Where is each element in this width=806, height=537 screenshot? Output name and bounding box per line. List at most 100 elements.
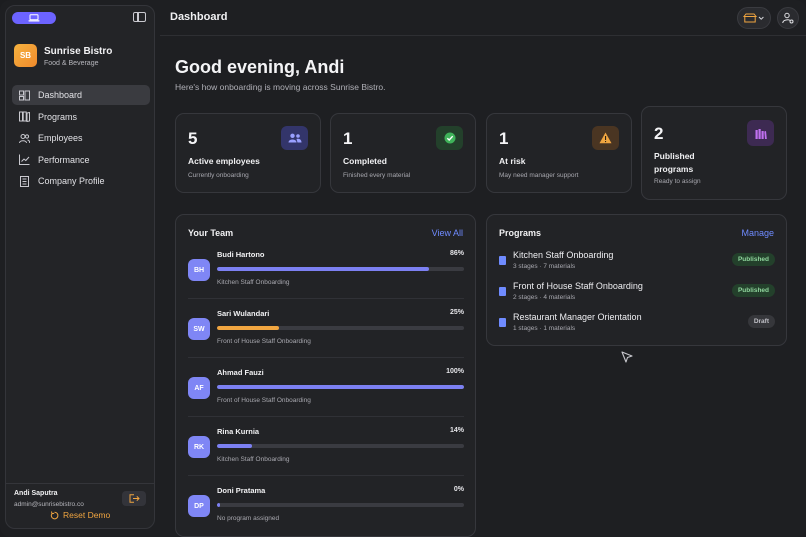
programs-icon: [19, 111, 30, 122]
stat-label: At risk: [499, 156, 526, 166]
programs-panel: Programs Manage Kitchen Staff Onboarding…: [486, 214, 787, 346]
workspace-switch-button[interactable]: [12, 12, 56, 24]
program-row[interactable]: Restaurant Manager Orientation 1 stages …: [499, 312, 775, 342]
stat-value: 2: [654, 124, 664, 143]
sidebar: SB Sunrise Bistro Food & Beverage Dashbo…: [5, 5, 155, 529]
progress-bar-fill: [217, 444, 252, 448]
app-window: SB Sunrise Bistro Food & Beverage Dashbo…: [0, 0, 806, 537]
stat-description: Ready to assign: [654, 178, 701, 185]
company-profile-icon: [19, 175, 30, 187]
store-switcher-button[interactable]: [737, 7, 771, 29]
store-icon: [743, 13, 764, 23]
stat-card-published-programs[interactable]: 2 Published programs Ready to assign: [641, 106, 787, 200]
logout-icon: [129, 494, 140, 503]
stat-label: Completed: [343, 156, 387, 166]
document-icon: [499, 256, 506, 265]
reset-demo-button[interactable]: Reset Demo: [50, 510, 110, 520]
member-program: Kitchen Staff Onboarding: [217, 279, 290, 286]
stat-card-active-employees[interactable]: 5 Active employees Currently onboarding: [175, 113, 321, 193]
status-badge: Published: [731, 284, 775, 297]
stat-card-at-risk[interactable]: 1 At risk May need manager support: [486, 113, 632, 193]
sidebar-item-performance[interactable]: Performance: [12, 150, 150, 170]
team-member-row[interactable]: SW Sari Wulandari 25% Front of House Sta…: [188, 298, 464, 357]
member-name: Rina Kurnia: [217, 427, 260, 436]
member-progress-percent: 86%: [449, 250, 464, 257]
team-member-row[interactable]: RK Rina Kurnia 14% Kitchen Staff Onboard…: [188, 416, 464, 475]
reset-demo-label: Reset Demo: [63, 510, 111, 520]
company-logo: SB: [14, 44, 37, 67]
reset-icon: [50, 510, 59, 519]
row-divider: [188, 298, 464, 299]
library-icon: [747, 120, 774, 146]
member-program: Front of House Staff Onboarding: [217, 397, 311, 404]
program-row[interactable]: Front of House Staff Onboarding 2 stages…: [499, 281, 775, 311]
program-name: Front of House Staff Onboarding: [513, 281, 643, 291]
company-category: Food & Beverage: [44, 60, 99, 67]
sidebar-item-company-profile[interactable]: Company Profile: [12, 171, 150, 191]
row-divider: [188, 416, 464, 417]
progress-bar: [217, 326, 464, 330]
program-meta: 1 stages · 1 materials: [513, 325, 576, 332]
mouse-cursor-icon: [621, 351, 633, 363]
sidebar-item-programs[interactable]: Programs: [12, 107, 150, 127]
stat-description: Currently onboarding: [188, 172, 249, 179]
sidebar-item-label: Company Profile: [38, 176, 105, 186]
stat-label: Published programs: [654, 151, 695, 174]
programs-panel-title: Programs: [499, 228, 542, 238]
team-panel: Your Team View All BH Budi Hartono 86% K…: [175, 214, 476, 537]
account-settings-button[interactable]: [777, 7, 799, 29]
greeting-subtitle: Here's how onboarding is moving across S…: [175, 82, 386, 92]
sidebar-item-dashboard[interactable]: Dashboard: [12, 85, 150, 105]
program-meta: 3 stages · 7 materials: [513, 263, 576, 270]
sidebar-item-label: Performance: [38, 154, 90, 165]
user-name: Andi Saputra: [14, 490, 58, 497]
dashboard-icon: [19, 90, 30, 101]
progress-bar-fill: [217, 267, 430, 271]
member-program: No program assigned: [217, 515, 280, 522]
logout-button[interactable]: [122, 491, 146, 506]
performance-icon: [19, 154, 30, 165]
stat-value: 1: [499, 129, 509, 148]
team-member-row[interactable]: DP Doni Pratama 0% No program assigned: [188, 475, 464, 534]
member-program: Front of House Staff Onboarding: [217, 338, 311, 345]
people-icon: [281, 126, 308, 150]
sidebar-item-employees[interactable]: Employees: [12, 128, 150, 148]
stat-card-completed[interactable]: 1 Completed Finished every material: [330, 113, 476, 193]
progress-bar: [217, 503, 464, 507]
avatar: DP: [188, 495, 210, 517]
row-divider: [188, 357, 464, 358]
member-progress-percent: 100%: [446, 368, 464, 375]
sidebar-top: [6, 6, 154, 32]
header-divider: [160, 35, 806, 36]
company-brand: SB Sunrise Bistro Food & Beverage: [14, 43, 150, 71]
team-member-row[interactable]: BH Budi Hartono 86% Kitchen Staff Onboar…: [188, 239, 464, 298]
stat-description: May need manager support: [499, 172, 579, 179]
program-row[interactable]: Kitchen Staff Onboarding 3 stages · 7 ma…: [499, 250, 775, 280]
row-divider: [188, 475, 464, 476]
member-progress-percent: 14%: [449, 427, 464, 434]
avatar: RK: [188, 436, 210, 458]
user-email: admin@sunrisebistro.co: [14, 501, 84, 508]
manage-link[interactable]: Manage: [741, 228, 774, 238]
view-all-link[interactable]: View All: [432, 228, 463, 238]
company-name: Sunrise Bistro: [44, 46, 113, 57]
team-panel-title: Your Team: [188, 228, 234, 238]
member-name: Ahmad Fauzi: [217, 368, 264, 377]
status-badge: Draft: [747, 315, 775, 328]
progress-bar: [217, 385, 464, 389]
progress-bar-fill: [217, 385, 464, 389]
program-meta: 2 stages · 4 materials: [513, 294, 576, 301]
program-name: Kitchen Staff Onboarding: [513, 250, 614, 260]
avatar: AF: [188, 377, 210, 399]
member-program: Kitchen Staff Onboarding: [217, 456, 290, 463]
team-member-row[interactable]: AF Ahmad Fauzi 100% Front of House Staff…: [188, 357, 464, 416]
sidebar-toggle-icon[interactable]: [133, 12, 146, 22]
sidebar-item-label: Employees: [38, 133, 83, 143]
sidebar-footer: Andi Saputra admin@sunrisebistro.co Rese…: [6, 483, 154, 528]
stat-value: 1: [343, 129, 353, 148]
program-name: Restaurant Manager Orientation: [513, 312, 642, 322]
sidebar-nav: Dashboard Programs Employees Performance: [12, 85, 150, 193]
document-icon: [499, 318, 506, 327]
laptop-icon: [28, 14, 40, 22]
warning-icon: [592, 126, 619, 150]
